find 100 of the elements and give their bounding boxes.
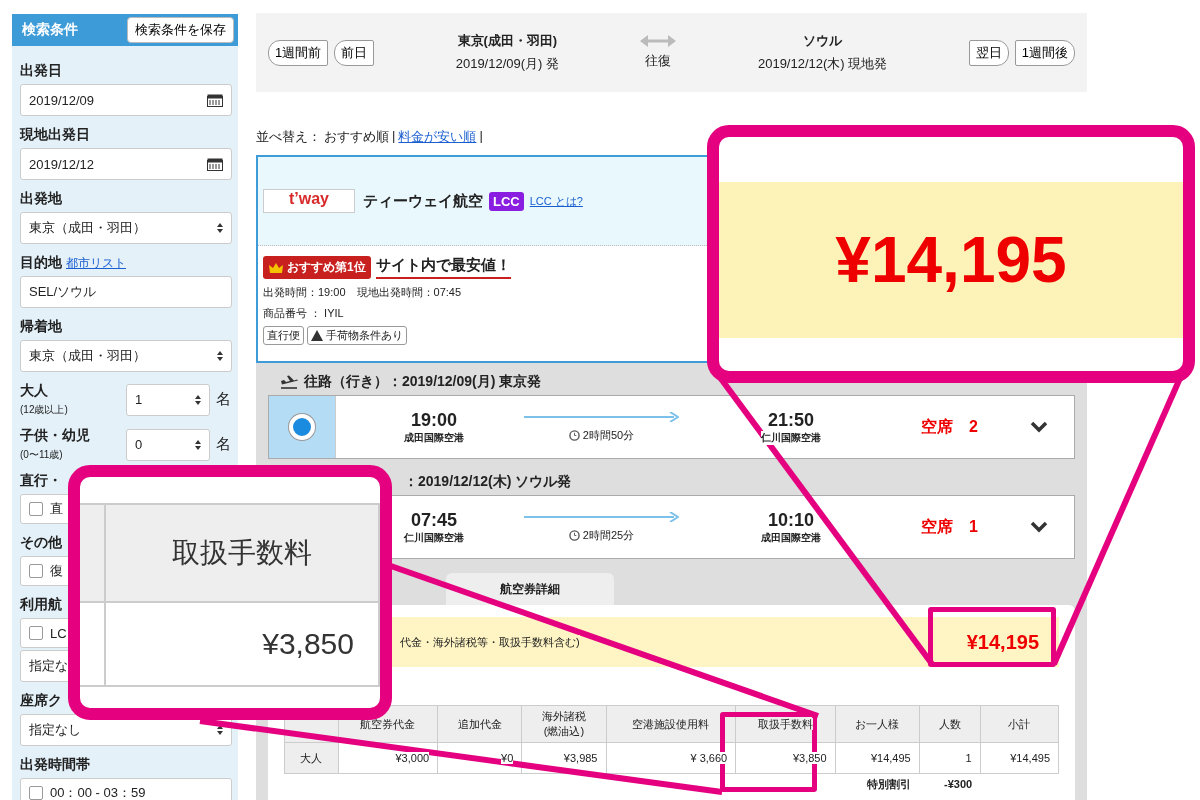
updown-icon (217, 223, 223, 233)
departure-times: 出発時間：19:00 現地出発時間：07:45 (263, 285, 463, 300)
unit-label: 名 (216, 390, 231, 409)
lcc-info-link[interactable]: LCC とは? (529, 193, 583, 209)
calendar-icon (207, 157, 223, 171)
sort-option[interactable]: 料金が安い順 (398, 128, 477, 146)
row-header: 大人 (284, 742, 339, 774)
flight-duration: 2時間50分 (582, 427, 635, 443)
save-button[interactable]: 検索条件を保存 (127, 17, 234, 43)
tab[interactable]: 航空券詳細 (446, 573, 614, 605)
clock-icon (568, 429, 580, 441)
flight-row[interactable]: 19:00 成田国際空港 2時間50分 21:50 仁川国際空港 空席 2 (268, 395, 1075, 459)
flight-duration: 2時間25分 (582, 527, 635, 543)
headline: サイト内で最安値！ (375, 256, 511, 279)
previous-button[interactable]: 前日 (334, 39, 375, 66)
checkbox-label: 復 (50, 562, 63, 580)
field-label: 現地出発日 (20, 126, 90, 144)
segment-title: ：2019/12/12(木) ソウル発 (403, 473, 572, 491)
crown-icon (268, 261, 284, 274)
next-button[interactable]: 1週間後 (1014, 39, 1075, 66)
origin-city: 東京(成田・羽田) (457, 32, 558, 50)
date-field[interactable]: 2019/12/09 (20, 84, 232, 116)
field-label: 出発地 (20, 190, 62, 208)
field-hint: (12歳以上) (20, 403, 69, 417)
warning-icon (311, 330, 323, 341)
destination-date: 2019/12/12(木) 現地発 (757, 55, 888, 73)
column-header: 追加代金 (437, 705, 522, 743)
checkbox-label: LC (50, 625, 67, 641)
table-cell: ¥3,985 (521, 742, 606, 774)
trip-type: 往復 (645, 52, 672, 70)
chevron-down-icon[interactable] (1029, 521, 1048, 533)
city-list-link[interactable]: 都市リスト (66, 255, 126, 272)
seat-availability: 空席 1 (921, 516, 978, 537)
table-cell: 1 (919, 742, 981, 774)
field-hint: (0〜11歳) (20, 448, 64, 462)
updown-icon (195, 439, 201, 450)
field-label: 利用航 (20, 596, 62, 614)
table-cell: ¥3,850 (735, 742, 836, 774)
previous-button[interactable]: 1週間前 (268, 39, 329, 66)
discount-value: -¥300 (944, 778, 973, 790)
segment-title: 往路（行き）：2019/12/09(月) 東京発 (304, 373, 542, 391)
checkbox-label: 直 (50, 500, 63, 518)
table-cell: ¥3,000 (338, 742, 438, 774)
checkbox[interactable] (29, 502, 43, 516)
unit-label: 名 (216, 435, 231, 454)
column-header: 小計 (980, 705, 1059, 743)
field-label: 大人 (20, 382, 49, 400)
next-button[interactable]: 翌日 (968, 39, 1009, 66)
destination-city: ソウル (803, 32, 843, 50)
total-price: ¥14,195 (966, 630, 1039, 654)
route-arrow-icon (524, 411, 679, 422)
count-select[interactable]: 1 (126, 383, 210, 416)
table-cell: ¥ 3,660 (606, 742, 736, 774)
date-field[interactable]: 2019/12/12 (20, 148, 232, 180)
updown-icon (217, 351, 223, 361)
radio-button[interactable] (289, 414, 315, 440)
calendar-icon (207, 93, 223, 107)
count-select[interactable]: 0 (126, 428, 210, 461)
table-cell: ¥0 (437, 742, 522, 774)
field-label: その他 (20, 534, 62, 552)
column-header: 海外諸税 (燃油込) (521, 705, 606, 743)
column-header: 人数 (919, 705, 981, 743)
checkbox-label: 00：00 - 03：59 (50, 784, 146, 800)
updown-icon (217, 725, 223, 735)
checkbox[interactable] (29, 786, 43, 800)
product-number: 商品番号 ： IYIL (263, 306, 345, 321)
sidebar-title: 検索条件 (22, 21, 78, 39)
field-label: 座席ク (20, 692, 62, 710)
zoomed-fee-cell: ¥3,850 (106, 603, 380, 687)
checkbox[interactable] (29, 564, 43, 578)
tag-text: 手荷物条件あり (326, 328, 403, 343)
field-label: 目的地 (20, 254, 62, 272)
sort-option[interactable]: おすすめ順 (324, 128, 389, 146)
airline-name: ティーウェイ航空 (363, 191, 483, 211)
input-field[interactable]: SEL/ソウル (20, 276, 232, 308)
column-header: お一人様 (835, 705, 920, 743)
airline-logo: t’way (263, 189, 355, 213)
discount-label: 特別割引 (867, 777, 912, 790)
clock-icon (568, 529, 580, 541)
table-cell: ¥14,495 (835, 742, 920, 774)
sort-label: 並べ替え： (256, 128, 321, 146)
select-field[interactable]: 東京（成田・羽田） (20, 212, 232, 244)
select-field[interactable]: 東京（成田・羽田） (20, 340, 232, 372)
field-label: 帰着地 (20, 318, 62, 336)
seat-availability: 空席 2 (921, 416, 978, 437)
tag-text: 直行便 (267, 328, 300, 343)
separator: | (392, 128, 396, 145)
table-cell: ¥14,495 (980, 742, 1059, 774)
checkbox[interactable] (29, 626, 43, 640)
chevron-down-icon[interactable] (1029, 421, 1048, 433)
updown-icon (195, 394, 201, 405)
airplane-icon (280, 375, 298, 389)
field-label: 出発時間帯 (20, 756, 90, 774)
zoomed-price: ¥14,195 (835, 223, 1067, 297)
field-label: 出発日 (20, 62, 62, 80)
separator: | (479, 128, 483, 145)
rank-text: おすすめ第1位 (287, 259, 366, 276)
lcc-badge: LCC (489, 191, 524, 211)
field-label: 子供・幼児 (20, 427, 91, 445)
price-note: 代金・海外諸税等・取扱手数料含む) (400, 634, 580, 650)
